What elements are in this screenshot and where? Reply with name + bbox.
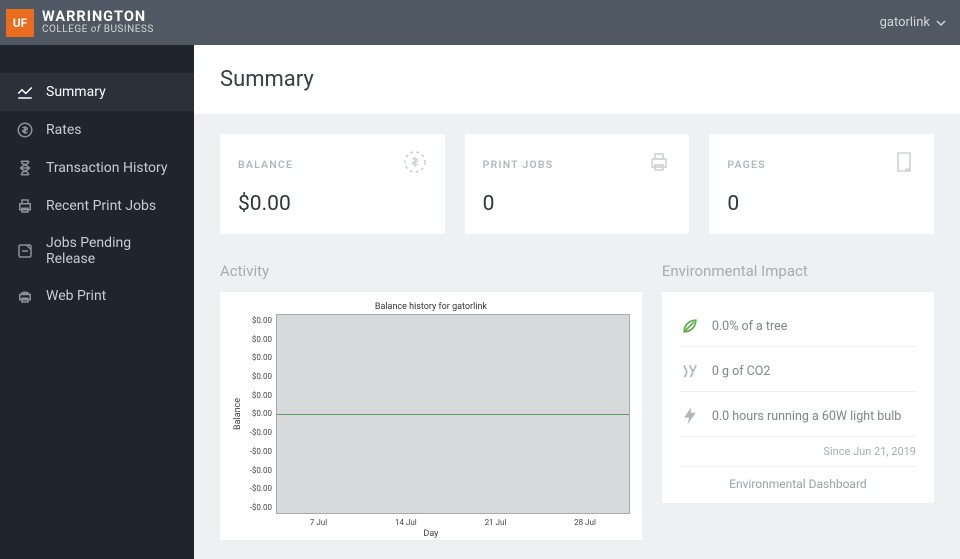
sidebar-item-label: Jobs Pending Release [46,235,178,267]
user-menu[interactable]: gatorlink [880,15,946,30]
page-title: Summary [220,67,934,92]
y-tick: -$0.00 [250,503,272,512]
history-icon [16,159,34,177]
summary-icon [16,83,34,101]
y-tick: $0.00 [252,335,272,344]
sidebar-item-jobs-pending-release[interactable]: Jobs Pending Release [0,225,194,277]
sidebar-item-rates[interactable]: Rates [0,111,194,149]
top-bar: UF WARRINGTON COLLEGE of BUSINESS gatorl… [0,0,960,45]
brand-logo: UF WARRINGTON COLLEGE of BUSINESS [0,9,154,37]
print-jobs-value: 0 [483,192,672,216]
sidebar: Summary Rates Transaction History Recent… [0,45,194,559]
y-tick: $0.00 [252,316,272,325]
logo-subtitle: COLLEGE of BUSINESS [42,25,154,35]
balance-label: BALANCE [238,158,293,171]
sidebar-item-summary[interactable]: Summary [0,73,194,111]
printer-icon [647,150,671,178]
chart-series-line [277,414,629,415]
activity-panel: Activity Balance history for gatorlink B… [220,262,642,540]
env-co2-row: 0 g of CO2 [680,351,916,392]
env-tree-text: 0.0% of a tree [712,319,788,334]
pages-label: PAGES [727,158,765,171]
y-tick: -$0.00 [250,447,272,456]
y-tick: $0.00 [252,409,272,418]
env-co2-text: 0 g of CO2 [712,364,771,379]
sidebar-item-label: Rates [46,122,81,138]
environmental-dashboard-link[interactable]: Environmental Dashboard [680,466,916,491]
lightning-icon [680,406,700,426]
y-tick: $0.00 [252,372,272,381]
y-tick: $0.00 [252,353,272,362]
main-content: Summary BALANCE $0.00 PRINT JOBS 0 [194,45,960,559]
pending-icon [16,242,34,260]
print-jobs-label: PRINT JOBS [483,158,554,171]
balance-value: $0.00 [238,192,427,216]
sidebar-item-label: Summary [46,84,106,100]
activity-title: Activity [220,262,642,280]
chart-ylabel: Balance [232,314,244,514]
env-since: Since Jun 21, 2019 [680,441,916,458]
page-icon [892,150,916,178]
env-bulb-row: 0.0 hours running a 60W light bulb [680,396,916,437]
env-tree-row: 0.0% of a tree [680,306,916,347]
chart-x-axis: 7 Jul 14 Jul 21 Jul 28 Jul [276,514,630,527]
balance-card: BALANCE $0.00 [220,134,445,234]
x-tick: 28 Jul [574,518,596,527]
logo-title: WARRINGTON [42,10,154,25]
pages-card: PAGES 0 [709,134,934,234]
printer-icon [16,197,34,215]
activity-chart: Balance history for gatorlink Balance $0… [220,292,642,540]
leaf-icon [680,316,700,336]
y-tick: $0.00 [252,391,272,400]
sidebar-item-web-print[interactable]: Web Print [0,277,194,315]
sidebar-item-transaction-history[interactable]: Transaction History [0,149,194,187]
page-header: Summary [194,45,960,114]
chart-title: Balance history for gatorlink [232,302,630,312]
sidebar-item-label: Recent Print Jobs [46,198,156,214]
uf-badge: UF [6,9,34,37]
print-jobs-card: PRINT JOBS 0 [465,134,690,234]
sidebar-item-label: Transaction History [46,160,168,176]
stats-row: BALANCE $0.00 PRINT JOBS 0 PAGES [220,134,934,234]
y-tick: -$0.00 [250,428,272,437]
environmental-panel: Environmental Impact 0.0% of a tree 0 g … [662,262,934,540]
x-tick: 21 Jul [485,518,507,527]
chevron-down-icon [936,18,946,28]
co2-icon [680,361,700,381]
pages-value: 0 [727,192,916,216]
chart-xlabel: Day [232,529,630,539]
x-tick: 14 Jul [395,518,417,527]
y-tick: -$0.00 [250,466,272,475]
web-print-icon [16,287,34,305]
y-tick: -$0.00 [250,484,272,493]
chart-y-axis: $0.00 $0.00 $0.00 $0.00 $0.00 $0.00 -$0.00 -$0.… [244,314,276,514]
user-name: gatorlink [880,15,930,30]
chart-plot-area [276,314,630,514]
dollar-circle-icon [403,150,427,178]
sidebar-item-label: Web Print [46,288,106,304]
env-title: Environmental Impact [662,262,934,280]
x-tick: 7 Jul [310,518,327,527]
env-bulb-text: 0.0 hours running a 60W light bulb [712,409,901,424]
sidebar-item-recent-print-jobs[interactable]: Recent Print Jobs [0,187,194,225]
rates-icon [16,121,34,139]
